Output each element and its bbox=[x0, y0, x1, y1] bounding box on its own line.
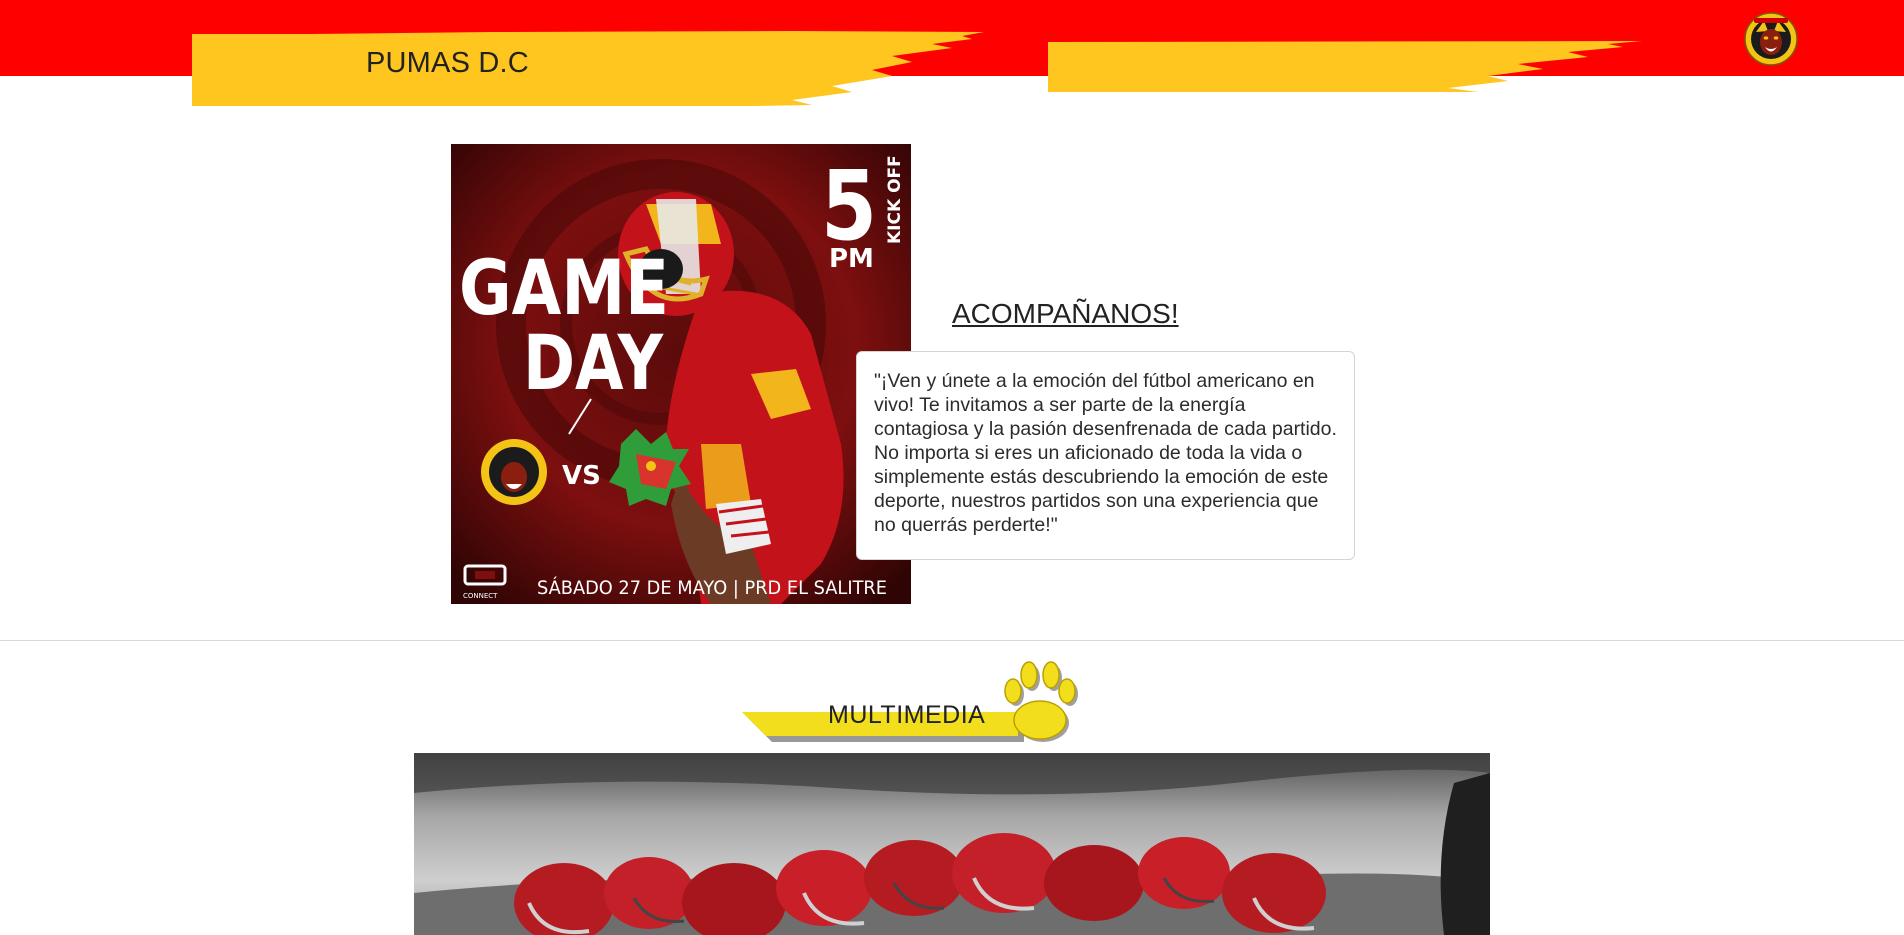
game-day-poster: GAME DAY 5 PM KICK OFF VS SÁBADO 27 DE M… bbox=[451, 144, 911, 604]
poster-sponsor: CONNECT bbox=[463, 592, 498, 600]
header-brush-stroke bbox=[1048, 41, 1642, 92]
helmets-photo bbox=[414, 753, 1490, 935]
pumas-poster-crest-icon bbox=[481, 439, 547, 505]
brand-brush-stroke bbox=[192, 31, 984, 106]
poster-kickoff-label: KICK OFF bbox=[885, 155, 905, 244]
join-us-title: ACOMPAÑANOS! bbox=[952, 298, 1179, 329]
poster-kickoff-meridiem: PM bbox=[829, 244, 874, 274]
brand-name[interactable]: PUMAS D.C bbox=[366, 47, 529, 80]
poster-headline-day: DAY bbox=[523, 318, 664, 407]
multimedia-title: MULTIMEDIA bbox=[828, 701, 986, 729]
section-divider bbox=[0, 640, 1904, 641]
paw-icon bbox=[1004, 661, 1078, 742]
poster-footer-text: SÁBADO 27 DE MAYO | PRD EL SALITRE bbox=[537, 576, 887, 599]
pumas-crest-icon[interactable] bbox=[1744, 12, 1798, 66]
poster-versus: VS bbox=[562, 461, 601, 491]
invitation-quote-card: "¡Ven y únete a la emoción del fútbol am… bbox=[856, 351, 1355, 560]
